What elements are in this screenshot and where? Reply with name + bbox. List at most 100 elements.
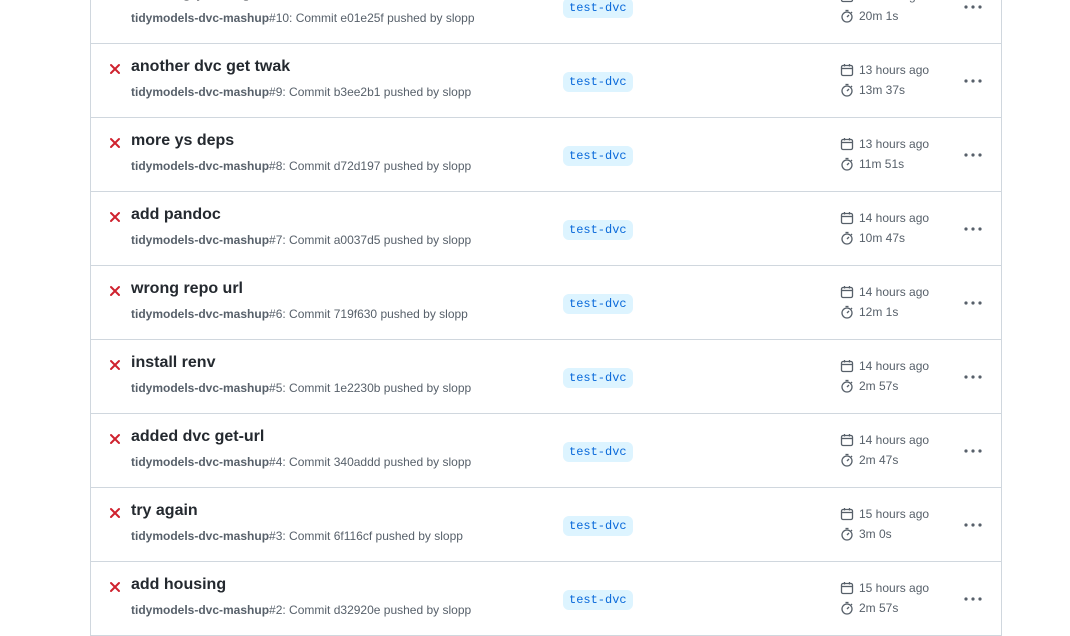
workflow-name-link[interactable]: tidymodels-dvc-mashup bbox=[131, 603, 269, 617]
duration-text: 11m 51s bbox=[859, 157, 905, 171]
actor-link[interactable]: slopp bbox=[442, 233, 471, 247]
duration-text: 20m 1s bbox=[859, 9, 899, 23]
x-failure-icon bbox=[109, 284, 121, 296]
run-started-ago: 15 hours ago bbox=[840, 581, 929, 595]
branch-badge[interactable]: test-dvc bbox=[563, 72, 633, 92]
workflow-name-link[interactable]: tidymodels-dvc-mashup bbox=[131, 307, 269, 321]
branch-badge[interactable]: test-dvc bbox=[563, 294, 633, 314]
commit-sha-link[interactable]: 1e2230b bbox=[334, 381, 381, 395]
workflow-run-row[interactable]: add housing tidymodels-dvc-mashup#2: Comm… bbox=[91, 562, 1001, 636]
run-started-ago: 14 hours ago bbox=[840, 433, 929, 447]
commit-sha-link[interactable]: 719f630 bbox=[334, 307, 377, 321]
actor-link[interactable]: slopp bbox=[442, 455, 471, 469]
branch-badge[interactable]: test-dvc bbox=[563, 368, 633, 388]
actor-link[interactable]: slopp bbox=[442, 381, 471, 395]
workflow-run-row[interactable]: more ys deps tidymodels-dvc-mashup#8: Com… bbox=[91, 118, 1001, 192]
branch-badge[interactable]: test-dvc bbox=[563, 590, 633, 610]
kebab-horizontal-icon[interactable] bbox=[961, 144, 985, 166]
kebab-horizontal-icon[interactable] bbox=[961, 366, 985, 388]
kebab-horizontal-icon[interactable] bbox=[961, 440, 985, 462]
calendar-icon bbox=[840, 63, 859, 77]
commit-sha-link[interactable]: d32920e bbox=[334, 603, 381, 617]
run-number-text: #9: Commit bbox=[269, 85, 334, 99]
run-started-ago: 13 hours ago bbox=[840, 137, 929, 151]
actor-link[interactable]: slopp bbox=[442, 159, 471, 173]
actor-link[interactable]: slopp bbox=[442, 85, 471, 99]
kebab-horizontal-icon[interactable] bbox=[961, 0, 985, 18]
run-number-text: #8: Commit bbox=[269, 159, 334, 173]
calendar-icon bbox=[840, 581, 859, 595]
run-duration: 2m 57s bbox=[840, 601, 898, 615]
workflow-name-link[interactable]: tidymodels-dvc-mashup bbox=[131, 455, 269, 469]
stopwatch-icon bbox=[840, 527, 859, 541]
commit-sha-link[interactable]: b3ee2b1 bbox=[334, 85, 381, 99]
workflow-name-link[interactable]: tidymodels-dvc-mashup bbox=[131, 85, 269, 99]
ago-text: 14 hours ago bbox=[859, 211, 930, 225]
run-title-link[interactable]: another dvc get twak bbox=[131, 58, 290, 76]
run-meta: tidymodels-dvc-mashup#9: Commit b3ee2b1 … bbox=[131, 85, 471, 99]
run-duration: 11m 51s bbox=[840, 157, 904, 171]
x-failure-icon bbox=[109, 580, 121, 592]
duration-text: 12m 1s bbox=[859, 305, 899, 319]
run-duration: 20m 1s bbox=[840, 9, 898, 23]
run-started-ago: 13 hours ago bbox=[840, 63, 929, 77]
duration-text: 2m 47s bbox=[859, 453, 899, 467]
actor-link[interactable]: slopp bbox=[446, 11, 475, 25]
x-failure-icon bbox=[109, 358, 121, 370]
workflow-run-row[interactable]: another dvc get twak tidymodels-dvc-mashu… bbox=[91, 44, 1001, 118]
workflow-run-row[interactable]: install renv tidymodels-dvc-mashup#5: Com… bbox=[91, 340, 1001, 414]
kebab-horizontal-icon[interactable] bbox=[961, 588, 985, 610]
kebab-horizontal-icon[interactable] bbox=[961, 70, 985, 92]
duration-text: 3m 0s bbox=[859, 527, 892, 541]
workflow-name-link[interactable]: tidymodels-dvc-mashup bbox=[131, 529, 269, 543]
run-title-link[interactable]: install renv bbox=[131, 354, 215, 372]
workflow-run-row[interactable]: missing packages tidymodels-dvc-mashup#10… bbox=[91, 0, 1001, 44]
run-title-link[interactable]: wrong repo url bbox=[131, 280, 243, 298]
pushed-by-text: pushed by bbox=[380, 603, 443, 617]
run-started-ago: 3 hours ago bbox=[840, 0, 922, 3]
actor-link[interactable]: slopp bbox=[439, 307, 468, 321]
commit-sha-link[interactable]: e01e25f bbox=[340, 11, 383, 25]
workflow-name-link[interactable]: tidymodels-dvc-mashup bbox=[131, 233, 269, 247]
run-meta: tidymodels-dvc-mashup#8: Commit d72d197 … bbox=[131, 159, 471, 173]
run-started-ago: 14 hours ago bbox=[840, 211, 929, 225]
kebab-horizontal-icon[interactable] bbox=[961, 218, 985, 240]
run-duration: 2m 47s bbox=[840, 453, 898, 467]
actor-link[interactable]: slopp bbox=[442, 603, 471, 617]
branch-badge[interactable]: test-dvc bbox=[563, 0, 633, 18]
duration-text: 10m 47s bbox=[859, 231, 906, 245]
commit-sha-link[interactable]: d72d197 bbox=[334, 159, 381, 173]
run-title-link[interactable]: added dvc get-url bbox=[131, 428, 264, 446]
branch-badge[interactable]: test-dvc bbox=[563, 442, 633, 462]
workflow-name-link[interactable]: tidymodels-dvc-mashup bbox=[131, 159, 269, 173]
branch-badge[interactable]: test-dvc bbox=[563, 146, 633, 166]
commit-sha-link[interactable]: 6f116cf bbox=[334, 529, 372, 543]
ago-text: 14 hours ago bbox=[859, 359, 930, 373]
workflow-name-link[interactable]: tidymodels-dvc-mashup bbox=[131, 381, 269, 395]
commit-sha-link[interactable]: a0037d5 bbox=[334, 233, 381, 247]
workflow-run-row[interactable]: added dvc get-url tidymodels-dvc-mashup#4… bbox=[91, 414, 1001, 488]
stopwatch-icon bbox=[840, 379, 859, 393]
run-number-text: #10: Commit bbox=[269, 11, 341, 25]
calendar-icon bbox=[840, 433, 859, 447]
run-title-link[interactable]: missing packages bbox=[131, 0, 269, 2]
actor-link[interactable]: slopp bbox=[434, 529, 463, 543]
workflow-run-row[interactable]: add pandoc tidymodels-dvc-mashup#7: Commi… bbox=[91, 192, 1001, 266]
run-title-link[interactable]: add housing bbox=[131, 576, 226, 594]
run-duration: 10m 47s bbox=[840, 231, 905, 245]
workflow-run-row[interactable]: try again tidymodels-dvc-mashup#3: Commit… bbox=[91, 488, 1001, 562]
commit-sha-link[interactable]: 340addd bbox=[334, 455, 381, 469]
kebab-horizontal-icon[interactable] bbox=[961, 292, 985, 314]
run-title-link[interactable]: try again bbox=[131, 502, 198, 520]
run-title-link[interactable]: add pandoc bbox=[131, 206, 221, 224]
ago-text: 15 hours ago bbox=[859, 507, 930, 521]
branch-badge[interactable]: test-dvc bbox=[563, 516, 633, 536]
run-title-link[interactable]: more ys deps bbox=[131, 132, 234, 150]
ago-text: 14 hours ago bbox=[859, 285, 930, 299]
workflow-run-row[interactable]: wrong repo url tidymodels-dvc-mashup#6: C… bbox=[91, 266, 1001, 340]
stopwatch-icon bbox=[840, 453, 859, 467]
kebab-horizontal-icon[interactable] bbox=[961, 514, 985, 536]
calendar-icon bbox=[840, 0, 859, 3]
workflow-name-link[interactable]: tidymodels-dvc-mashup bbox=[131, 11, 269, 25]
branch-badge[interactable]: test-dvc bbox=[563, 220, 633, 240]
